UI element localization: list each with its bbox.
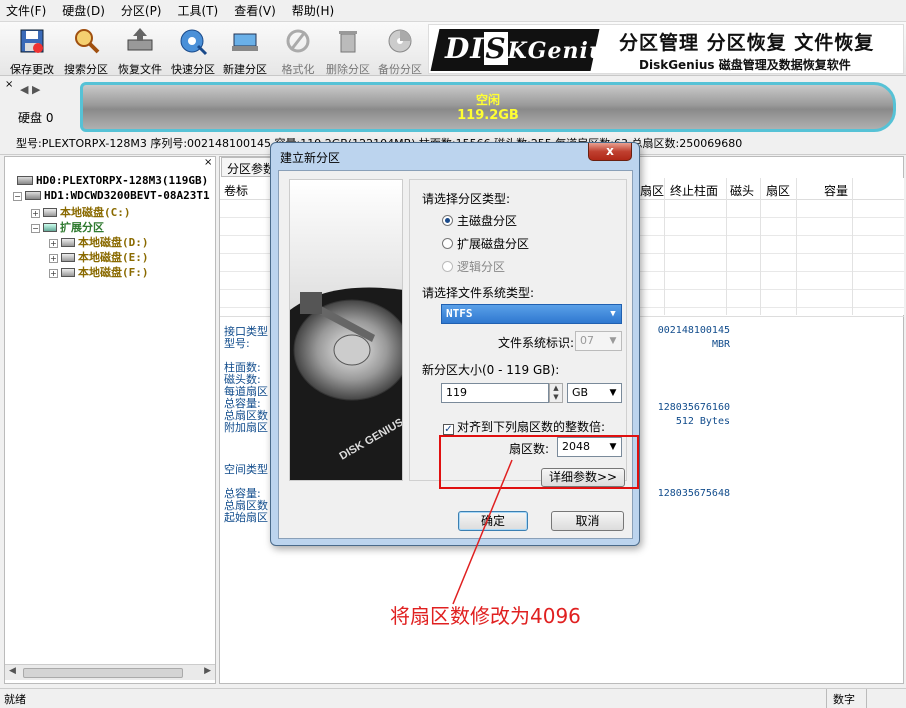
annotation-text: 将扇区数修改为4096	[390, 604, 581, 628]
